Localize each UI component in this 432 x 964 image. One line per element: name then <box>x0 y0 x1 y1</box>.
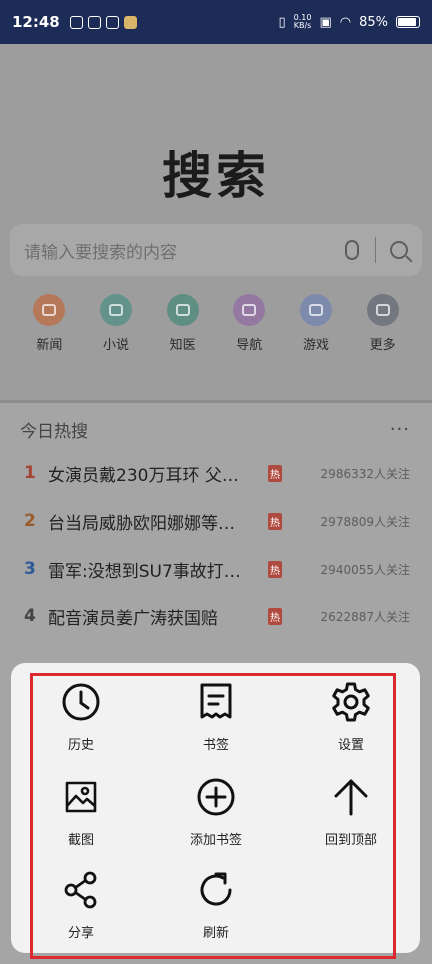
hot-count: 2940055人关注 <box>320 562 410 577</box>
network-speed: 0.10 KB/s <box>293 13 312 30</box>
quick-link-label: 新闻 <box>36 338 63 353</box>
menu-item-share[interactable]: 分享 <box>26 868 136 941</box>
menu-item-label: 截图 <box>67 833 94 848</box>
hot-search-title: 今日热搜 <box>20 422 88 442</box>
search-placeholder: 请输入要搜索的内容 <box>24 242 177 263</box>
hot-search-row[interactable]: 4 配音演员姜广涛获国赔 热 2622887人关注 <box>24 601 410 631</box>
menu-item-settings[interactable]: 设置 <box>296 680 406 753</box>
menu-item-bookmarks[interactable]: 书签 <box>161 680 271 753</box>
quick-link[interactable]: 游戏 <box>286 294 346 353</box>
quick-link[interactable]: 更多 <box>353 294 413 353</box>
hot-count: 2978809人关注 <box>320 514 410 529</box>
menu-item-label: 历史 <box>67 738 94 753</box>
hot-search-row[interactable]: 3 雷军:没想到SU7事故打… 热 2940055人关注 <box>24 554 410 584</box>
quick-link-icon <box>233 294 266 326</box>
quick-link-label: 知医 <box>169 338 196 353</box>
menu-item-history[interactable]: 历史 <box>26 680 136 753</box>
hot-badge: 热 <box>268 464 282 482</box>
search-input[interactable]: 请输入要搜索的内容 <box>10 224 422 276</box>
quick-link-icon <box>99 294 132 326</box>
menu-item-back-to-top[interactable]: 回到顶部 <box>296 775 406 848</box>
hot-count: 2622887人关注 <box>320 609 410 624</box>
menu-sheet: 历史 书签 设置 截图 添加书签 回到顶部 分享 刷新 <box>11 663 420 953</box>
app-notification-icon <box>87 15 101 29</box>
hot-count: 2986332人关注 <box>320 466 410 481</box>
quick-link[interactable]: 知医 <box>153 294 213 353</box>
wifi-icon: ◠ <box>339 14 352 30</box>
share-icon <box>64 871 97 909</box>
image-icon <box>65 781 97 813</box>
hot-badge: 热 <box>268 512 282 530</box>
refresh-icon <box>200 872 232 906</box>
quick-link-label: 游戏 <box>302 338 329 353</box>
hot-title: 配音演员姜广涛获国赔 <box>48 608 218 629</box>
quick-link[interactable]: 小说 <box>86 294 146 353</box>
battery-percent: 85% <box>359 14 388 30</box>
hot-rank: 2 <box>24 511 36 531</box>
quick-link-icon <box>366 294 399 326</box>
microphone-icon[interactable] <box>345 240 359 260</box>
arrow-up-icon <box>334 779 368 816</box>
quick-links: 新闻 小说 知医 导航 游戏 更多 <box>0 294 432 353</box>
menu-item-label: 书签 <box>202 738 229 753</box>
hot-rank: 1 <box>24 463 36 483</box>
menu-item-label: 刷新 <box>202 926 229 941</box>
quick-link[interactable]: 导航 <box>219 294 279 353</box>
app-notification-icon <box>123 15 137 29</box>
menu-item-label: 设置 <box>337 738 364 753</box>
sim-icon: ▣ <box>319 14 332 30</box>
menu-item-refresh[interactable]: 刷新 <box>161 868 271 941</box>
gear-icon <box>332 682 370 722</box>
battery-icon <box>396 16 420 28</box>
hot-rank: 4 <box>24 606 36 626</box>
vibrate-icon: ▯ <box>278 14 286 30</box>
quick-link-icon <box>299 294 332 326</box>
divider <box>375 237 376 263</box>
quick-link-label: 更多 <box>369 338 396 353</box>
search-icon[interactable] <box>390 241 408 259</box>
app-notification-icon <box>69 15 83 29</box>
hot-rank: 3 <box>24 559 36 579</box>
app-notification-icon <box>105 15 119 29</box>
hot-search-row[interactable]: 2 台当局威胁欧阳娜娜等… 热 2978809人关注 <box>24 506 410 536</box>
clock-icon <box>62 683 100 721</box>
more-options-icon[interactable]: ··· <box>390 419 410 440</box>
status-time: 12:48 <box>12 13 60 31</box>
hot-title: 台当局威胁欧阳娜娜等… <box>48 513 235 534</box>
quick-link-icon <box>166 294 199 326</box>
menu-item-label: 添加书签 <box>189 833 242 848</box>
page-title: 搜索 <box>162 147 270 205</box>
notification-icons <box>69 15 137 29</box>
status-bar: 12:48 ▯ 0.10 KB/s ▣ ◠ 85% <box>0 0 432 44</box>
hot-badge: 热 <box>268 607 282 625</box>
menu-item-label: 分享 <box>67 926 94 941</box>
hot-title: 雷军:没想到SU7事故打… <box>48 561 241 582</box>
add-circle-icon <box>197 778 235 816</box>
hot-title: 女演员戴230万耳环 父… <box>48 465 239 486</box>
quick-link[interactable]: 新闻 <box>19 294 79 353</box>
quick-link-label: 导航 <box>236 338 263 353</box>
bookmark-receipt-icon <box>200 683 232 719</box>
quick-link-icon <box>33 294 66 326</box>
hot-search-row[interactable]: 1 女演员戴230万耳环 父… 热 2986332人关注 <box>24 458 410 488</box>
quick-link-label: 小说 <box>102 338 129 353</box>
menu-item-add-bookmark[interactable]: 添加书签 <box>161 775 271 848</box>
hot-badge: 热 <box>268 560 282 578</box>
menu-item-label: 回到顶部 <box>324 833 377 848</box>
menu-item-screenshot[interactable]: 截图 <box>26 775 136 848</box>
